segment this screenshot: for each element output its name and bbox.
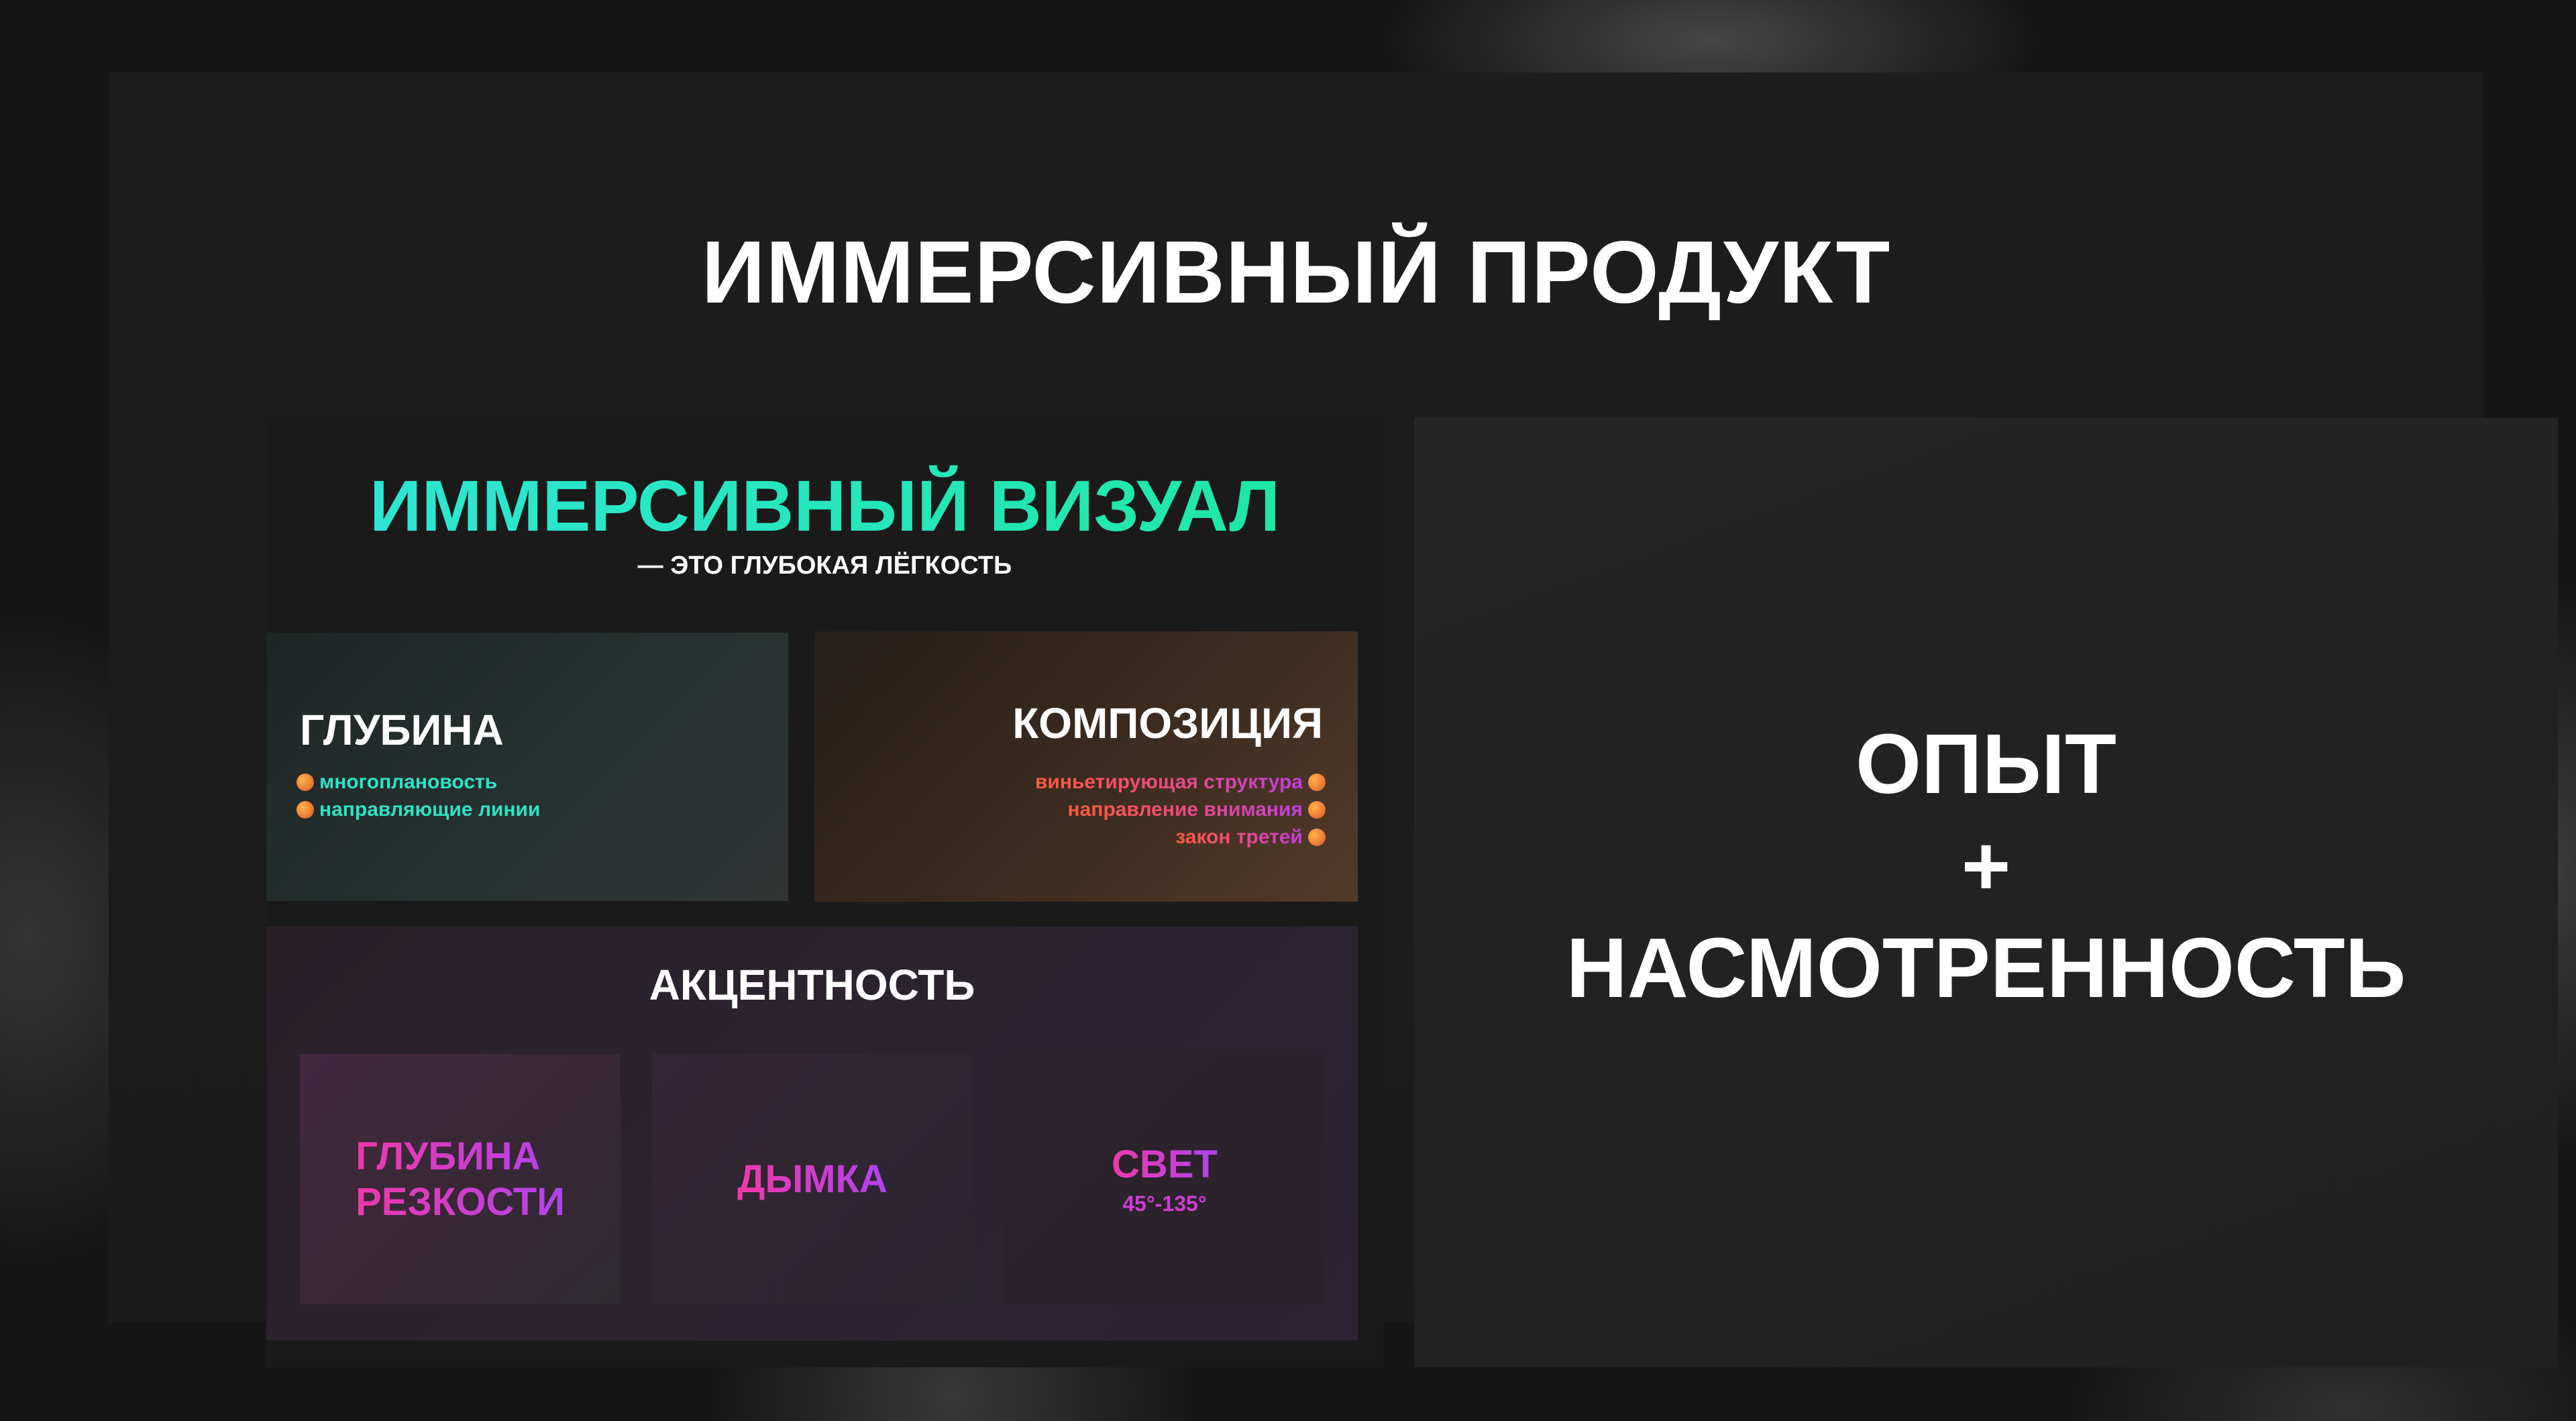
depth-card: ГЛУБИНА многоплановость направляющие лин… [266, 633, 788, 901]
plus-sign: + [1961, 819, 2011, 913]
list-item-label: направление внимания [1068, 796, 1303, 823]
tile-title-line: РЕЗКОСТИ [356, 1179, 565, 1224]
composition-title: КОМПОЗИЦИЯ [1012, 699, 1323, 747]
experience-text: ОПЫТ + НАСМОТРЕННОСТЬ [1414, 713, 2558, 1019]
list-item: направляющие линии [297, 796, 540, 823]
bullet-dot-icon [297, 773, 314, 791]
list-item-label: направляющие линии [319, 798, 541, 821]
composition-card: КОМПОЗИЦИЯ виньетирующая структура напра… [814, 631, 1358, 902]
composition-list: виньетирующая структура направление вним… [1035, 768, 1326, 851]
depth-title: ГЛУБИНА [300, 706, 504, 754]
slide-panel: ИММЕРСИВНЫЙ ПРОДУКТ ИММЕРСИВНЫЙ ВИЗУАЛ —… [109, 72, 2558, 1367]
tile-title-line: ГЛУБИНА [356, 1134, 541, 1178]
accent-title: АКЦЕНТНОСТЬ [649, 961, 975, 1009]
visual-title: ИММЕРСИВНЫЙ ВИЗУАЛ [266, 464, 1383, 547]
list-item: виньетирующая структура [1035, 768, 1326, 796]
tile-title: ГЛУБИНА РЕЗКОСТИ [356, 1134, 565, 1225]
accent-card: АКЦЕНТНОСТЬ ГЛУБИНА РЕЗКОСТИ ДЫМКА СВЕТ … [266, 927, 1358, 1340]
tile-subtitle: 45°-135° [1122, 1192, 1207, 1216]
immersive-visual-card: ИММЕРСИВНЫЙ ВИЗУАЛ — ЭТО ГЛУБОКАЯ ЛЁГКОС… [266, 418, 1383, 1367]
experience-line: ОПЫТ [1856, 717, 2116, 811]
bullet-dot-icon [1308, 773, 1326, 791]
list-item: многоплановость [297, 768, 540, 796]
tile-light: СВЕТ 45°-135° [1004, 1054, 1325, 1304]
tile-haze: ДЫМКА [652, 1054, 973, 1304]
list-item-label: виньетирующая структура [1035, 768, 1303, 796]
list-item: закон третей [1035, 823, 1326, 851]
bullet-dot-icon [1308, 828, 1326, 846]
tile-depth-of-field: ГЛУБИНА РЕЗКОСТИ [300, 1054, 621, 1304]
depth-list: многоплановость направляющие линии [297, 768, 540, 823]
bullet-dot-icon [1308, 800, 1326, 819]
list-item: направление внимания [1035, 796, 1326, 823]
tile-title: ДЫМКА [737, 1157, 888, 1201]
experience-card: ОПЫТ + НАСМОТРЕННОСТЬ [1414, 418, 2558, 1367]
page-title: ИММЕРСИВНЫЙ ПРОДУКТ [701, 223, 1891, 321]
visual-subtitle: — ЭТО ГЛУБОКАЯ ЛЁГКОСТЬ [637, 551, 1012, 580]
bullet-dot-icon [297, 800, 314, 819]
list-item-label: многоплановость [319, 771, 498, 793]
experience-line: НАСМОТРЕННОСТЬ [1566, 920, 2406, 1015]
list-item-label: закон третей [1175, 823, 1303, 851]
tile-title: СВЕТ [1112, 1143, 1218, 1186]
